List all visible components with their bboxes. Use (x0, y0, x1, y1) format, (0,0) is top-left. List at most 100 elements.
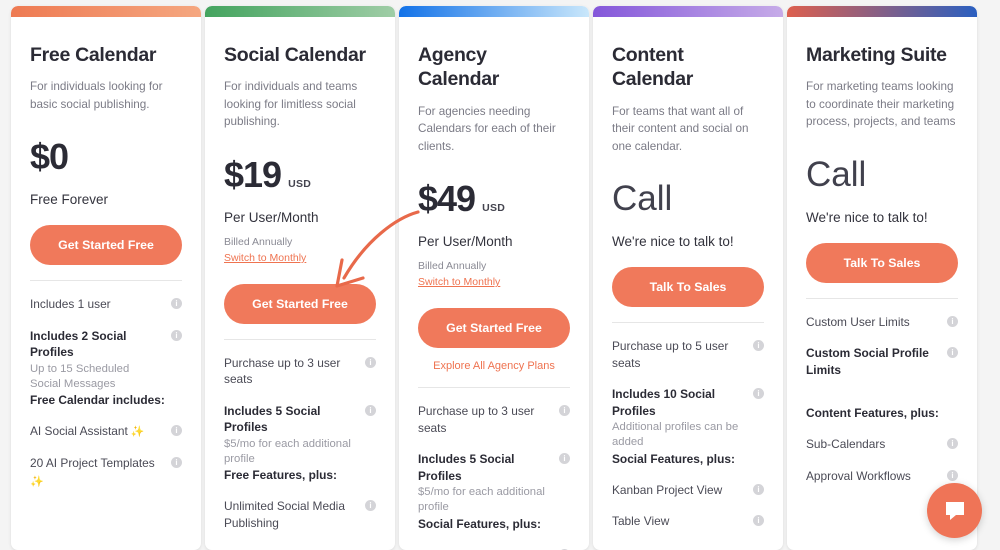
feature-group-heading: Free Features, plus: (224, 468, 337, 483)
feature-note: $5/mo for each additional profile (224, 437, 351, 465)
plan-title: Marketing Suite (806, 44, 947, 66)
plan-card-marketing-suite: Marketing Suite For marketing teams looki… (787, 6, 977, 550)
feature-label: Custom User Limits (806, 314, 936, 330)
switch-to-monthly-link[interactable]: Switch to Monthly (224, 252, 306, 264)
plan-price: Call (612, 179, 673, 219)
feature-label-text: Includes 1 user (30, 297, 111, 312)
feature-item: Unlimited Client Calendarsi (418, 547, 570, 550)
feature-item: Sub-Calendars i (806, 436, 958, 452)
feature-note: $5/mo for each additional profile (418, 486, 545, 514)
plan-feature-list: Custom User Limits i Custom Social Profile… (787, 314, 977, 484)
plan-cta-button[interactable]: Talk To Sales (612, 267, 764, 308)
info-icon[interactable]: i (365, 500, 376, 512)
plan-price: $19 (224, 154, 282, 196)
feature-item: Approval Workflows i (806, 468, 958, 484)
feature-label: Includes 10 Social Profiles (612, 386, 742, 419)
info-icon[interactable]: i (947, 438, 958, 450)
info-icon[interactable]: i (171, 425, 182, 437)
feature-label: Approval Workflows (806, 468, 936, 484)
section-divider (418, 387, 570, 389)
feature-label: Custom Social Profile Limits (806, 345, 936, 378)
plan-header: Social Calendar For individuals and teams… (205, 43, 395, 325)
plan-description: For individuals looking for basic social… (30, 80, 163, 111)
plan-feature-list: Includes 1 user i Includes 2 Social Profil… (11, 296, 201, 489)
feature-item: Purchase up to 5 user seats i (612, 338, 764, 371)
info-icon[interactable]: i (365, 357, 376, 369)
plan-accent-bar (593, 6, 783, 17)
info-icon[interactable]: i (947, 469, 958, 481)
feature-note: Up to 15 Scheduled Social Messages (30, 362, 130, 390)
plan-accent-bar (205, 6, 395, 17)
section-divider (806, 298, 958, 300)
feature-label: Purchase up to 3 user seats (224, 355, 354, 388)
feature-group-heading: Free Calendar includes: (30, 393, 165, 408)
info-icon[interactable]: i (753, 340, 764, 352)
plan-period: Per User/Month (418, 234, 513, 250)
plan-accent-bar (787, 6, 977, 17)
feature-item: Includes 5 Social Profiles $5/mo for each… (418, 451, 570, 515)
plan-header: Marketing Suite For marketing teams looki… (787, 43, 977, 284)
plan-description: For teams that want all of their content… (612, 104, 749, 153)
plan-card-social-calendar: Social Calendar For individuals and teams… (205, 6, 395, 550)
plan-period: We're nice to talk to! (612, 234, 734, 250)
info-icon[interactable]: i (559, 453, 570, 465)
plan-cta-button[interactable]: Talk To Sales (806, 243, 958, 284)
info-icon[interactable]: i (753, 388, 764, 400)
info-icon[interactable]: i (947, 316, 958, 328)
plan-price: Call (806, 155, 867, 195)
feature-label-text: Approval Workflows (806, 468, 911, 483)
info-icon[interactable]: i (171, 457, 182, 469)
chat-widget-button[interactable] (927, 483, 982, 538)
plan-price-row: $49 USD (418, 181, 570, 221)
plan-header: Content Calendar For teams that want all … (593, 43, 783, 308)
feature-item: Purchase up to 3 user seats i (418, 403, 570, 436)
switch-to-monthly-link[interactable]: Switch to Monthly (418, 276, 500, 288)
plan-header: Free Calendar For individuals looking for… (11, 43, 201, 266)
plan-cta-secondary-link[interactable]: Explore All Agency Plans (418, 360, 570, 372)
info-icon[interactable]: i (171, 298, 182, 310)
plan-title: Social Calendar (224, 44, 366, 66)
pricing-plans-container: Free Calendar For individuals looking for… (0, 0, 1000, 550)
feature-note: Additional profiles can be added (612, 421, 739, 449)
plan-cta-button[interactable]: Get Started Free (224, 284, 376, 325)
plan-description: For marketing teams looking to coordinat… (806, 80, 956, 129)
feature-label: Includes 1 user (30, 296, 160, 312)
plan-accent-bar (11, 6, 201, 17)
info-icon[interactable]: i (947, 347, 958, 359)
feature-label: Unlimited Client Calendars (418, 547, 548, 550)
plan-cta-button[interactable]: Get Started Free (418, 308, 570, 349)
feature-group-heading: Social Features, plus: (418, 516, 541, 531)
plan-period: Per User/Month (224, 210, 319, 226)
magic-wand-icon: ✨ (30, 475, 44, 488)
feature-item: AI Social Assistant ✨ i (30, 423, 182, 440)
feature-item: Includes 1 user i (30, 296, 182, 312)
plan-description: For individuals and teams looking for li… (224, 80, 358, 129)
plan-price-row: $0 (30, 139, 182, 179)
plan-title: Free Calendar (30, 44, 157, 66)
plan-price-row: $19 USD (224, 157, 376, 197)
info-icon[interactable]: i (559, 405, 570, 417)
feature-label-text: Table View (612, 514, 670, 529)
section-divider (30, 280, 182, 282)
feature-label-text: 20 AI Project Templates (30, 456, 155, 471)
feature-item: Purchase up to 3 user seats i (224, 355, 376, 388)
info-icon[interactable]: i (171, 329, 182, 341)
feature-label-text: Includes 5 Social Profiles (224, 403, 321, 435)
info-icon[interactable]: i (365, 404, 376, 416)
feature-label: Unlimited Social Media Publishing (224, 498, 354, 531)
feature-item: Includes 5 Social Profiles $5/mo for each… (224, 403, 376, 467)
info-icon[interactable]: i (753, 483, 764, 495)
section-divider (612, 322, 764, 324)
feature-item: Includes 10 Social Profiles Additional pr… (612, 386, 764, 450)
plan-cta-button[interactable]: Get Started Free (30, 225, 182, 266)
feature-label: Includes 2 Social Profiles (30, 328, 160, 361)
plan-price: $0 (30, 136, 69, 178)
feature-label-text: Sub-Calendars (806, 437, 886, 452)
feature-label-text: Custom User Limits (806, 315, 910, 330)
section-divider (224, 339, 376, 341)
plan-price-row: Call (612, 181, 764, 221)
plan-feature-list: Purchase up to 5 user seats i Includes 10 … (593, 338, 783, 529)
info-icon[interactable]: i (753, 515, 764, 527)
plan-currency: USD (288, 178, 312, 191)
feature-label: AI Social Assistant ✨ (30, 423, 160, 440)
